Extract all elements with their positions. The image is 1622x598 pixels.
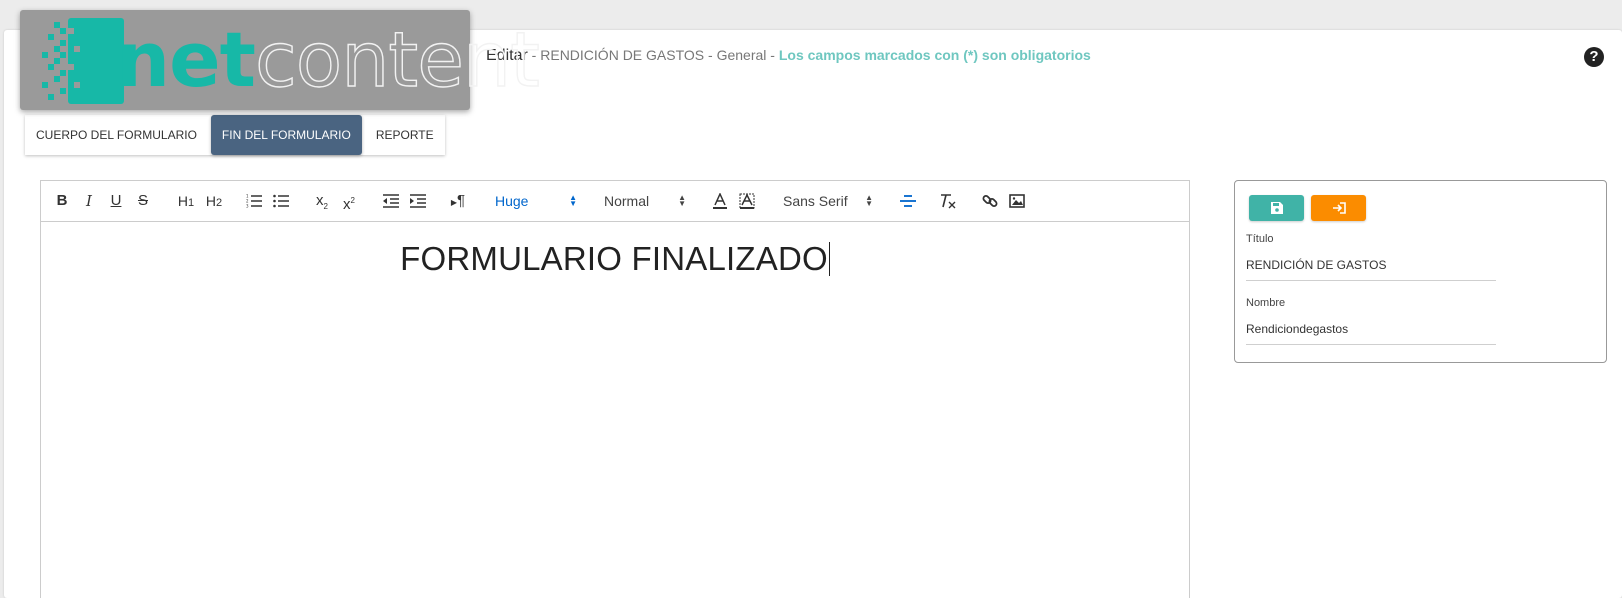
superscript-button[interactable]: x2 bbox=[340, 191, 358, 213]
bullet-list-icon bbox=[273, 194, 289, 208]
rich-text-editor: B I U S H1 H2 123 x2 x2 ▶¶ Huge ▲ ▼ Normal… bbox=[40, 180, 1190, 598]
h2-letter: H bbox=[205, 193, 216, 209]
picker-arrows-icon: ▲ ▼ bbox=[865, 193, 873, 208]
editor-toolbar: B I U S H1 H2 123 x2 x2 ▶¶ Huge ▲ ▼ Normal… bbox=[41, 181, 1189, 222]
subscript-x: x bbox=[316, 192, 324, 209]
outdent-icon bbox=[383, 194, 399, 208]
title-field[interactable]: RENDICIÓN DE GASTOS bbox=[1246, 258, 1496, 281]
size-picker-label: Huge bbox=[495, 193, 529, 209]
bold-button[interactable]: B bbox=[55, 191, 69, 211]
strike-button[interactable]: S bbox=[136, 191, 150, 211]
link-button[interactable] bbox=[981, 191, 999, 211]
required-fields-note: Los campos marcados con (*) son obligato… bbox=[778, 47, 1091, 63]
clear-format-button[interactable] bbox=[939, 191, 957, 211]
picker-arrows-icon: ▲ ▼ bbox=[569, 193, 577, 208]
text-color-button[interactable] bbox=[711, 191, 729, 211]
header-category: General bbox=[716, 47, 767, 63]
clear-format-icon bbox=[941, 194, 956, 209]
italic-button[interactable]: I bbox=[82, 191, 96, 211]
logo-mark-icon bbox=[42, 18, 124, 104]
h1-letter: H bbox=[177, 193, 188, 209]
header-picker[interactable]: Normal ▲ ▼ bbox=[604, 193, 686, 209]
tab-cuerpo-del-formulario[interactable]: CUERPO DEL FORMULARIO bbox=[25, 115, 208, 155]
background-color-button[interactable] bbox=[738, 191, 756, 211]
underline-button[interactable]: U bbox=[109, 191, 123, 211]
header-1-button[interactable]: H1 bbox=[175, 191, 197, 211]
netcontent-logo: netcontent bbox=[20, 10, 541, 110]
title-field-label: Título bbox=[1246, 233, 1274, 245]
logo-wordmark: netcontent bbox=[116, 15, 541, 104]
header-picker-label: Normal bbox=[604, 193, 650, 209]
header-separator: - bbox=[766, 47, 779, 63]
help-icon[interactable]: ? bbox=[1584, 47, 1604, 67]
form-details-panel: Título RENDICIÓN DE GASTOS Nombre Rendic… bbox=[1234, 180, 1607, 363]
name-field-label: Nombre bbox=[1246, 297, 1286, 309]
image-icon bbox=[1009, 194, 1025, 208]
image-button[interactable] bbox=[1008, 191, 1026, 211]
header-form-name: RENDICIÓN DE GASTOS bbox=[540, 47, 705, 63]
subscript-mark: 2 bbox=[323, 202, 328, 211]
pilcrow-icon: ¶ bbox=[457, 192, 466, 209]
outdent-button[interactable] bbox=[382, 191, 400, 211]
indent-button[interactable] bbox=[409, 191, 427, 211]
bullet-list-button[interactable] bbox=[272, 191, 290, 211]
superscript-mark: 2 bbox=[350, 196, 355, 205]
background-color-icon bbox=[739, 193, 755, 210]
h2-number: 2 bbox=[216, 197, 223, 209]
logo-text-net: net bbox=[116, 15, 256, 104]
editor-text: FORMULARIO FINALIZADO bbox=[41, 240, 1189, 278]
picker-arrows-icon: ▲ ▼ bbox=[678, 193, 686, 208]
header-2-button[interactable]: H2 bbox=[203, 191, 225, 211]
name-field[interactable]: Rendiciondegastos bbox=[1246, 322, 1496, 345]
save-icon bbox=[1270, 202, 1283, 214]
exit-icon bbox=[1332, 202, 1346, 214]
editor-text-content: FORMULARIO FINALIZADO bbox=[400, 240, 828, 277]
link-icon bbox=[982, 195, 998, 207]
header-separator: - bbox=[704, 47, 717, 63]
text-caret bbox=[828, 242, 830, 276]
indent-icon bbox=[410, 194, 426, 208]
form-tabs: CUERPO DEL FORMULARIO FIN DEL FORMULARIO… bbox=[25, 115, 445, 155]
ordered-list-button[interactable]: 123 bbox=[245, 191, 263, 211]
save-button[interactable] bbox=[1249, 195, 1304, 221]
text-color-icon bbox=[713, 192, 727, 210]
font-picker[interactable]: Sans Serif ▲ ▼ bbox=[783, 193, 873, 209]
page-header: Editar - RENDICIÓN DE GASTOS - General -… bbox=[486, 47, 1091, 65]
logo-text-content: content bbox=[254, 15, 540, 104]
text-direction-button[interactable]: ▶¶ bbox=[448, 191, 468, 211]
superscript-x: x bbox=[343, 196, 351, 213]
editor-content[interactable]: FORMULARIO FINALIZADO bbox=[41, 222, 1189, 598]
ordered-list-icon: 123 bbox=[246, 194, 262, 209]
font-picker-label: Sans Serif bbox=[783, 193, 848, 209]
align-center-icon bbox=[900, 195, 916, 207]
tab-fin-del-formulario[interactable]: FIN DEL FORMULARIO bbox=[210, 115, 362, 155]
size-picker[interactable]: Huge ▲ ▼ bbox=[495, 193, 577, 209]
subscript-button[interactable]: x2 bbox=[313, 191, 331, 211]
h1-number: 1 bbox=[188, 197, 195, 209]
tab-reporte[interactable]: REPORTE bbox=[364, 115, 445, 155]
svg-text:3: 3 bbox=[246, 204, 249, 209]
exit-button[interactable] bbox=[1311, 195, 1366, 221]
align-center-button[interactable] bbox=[899, 191, 917, 211]
